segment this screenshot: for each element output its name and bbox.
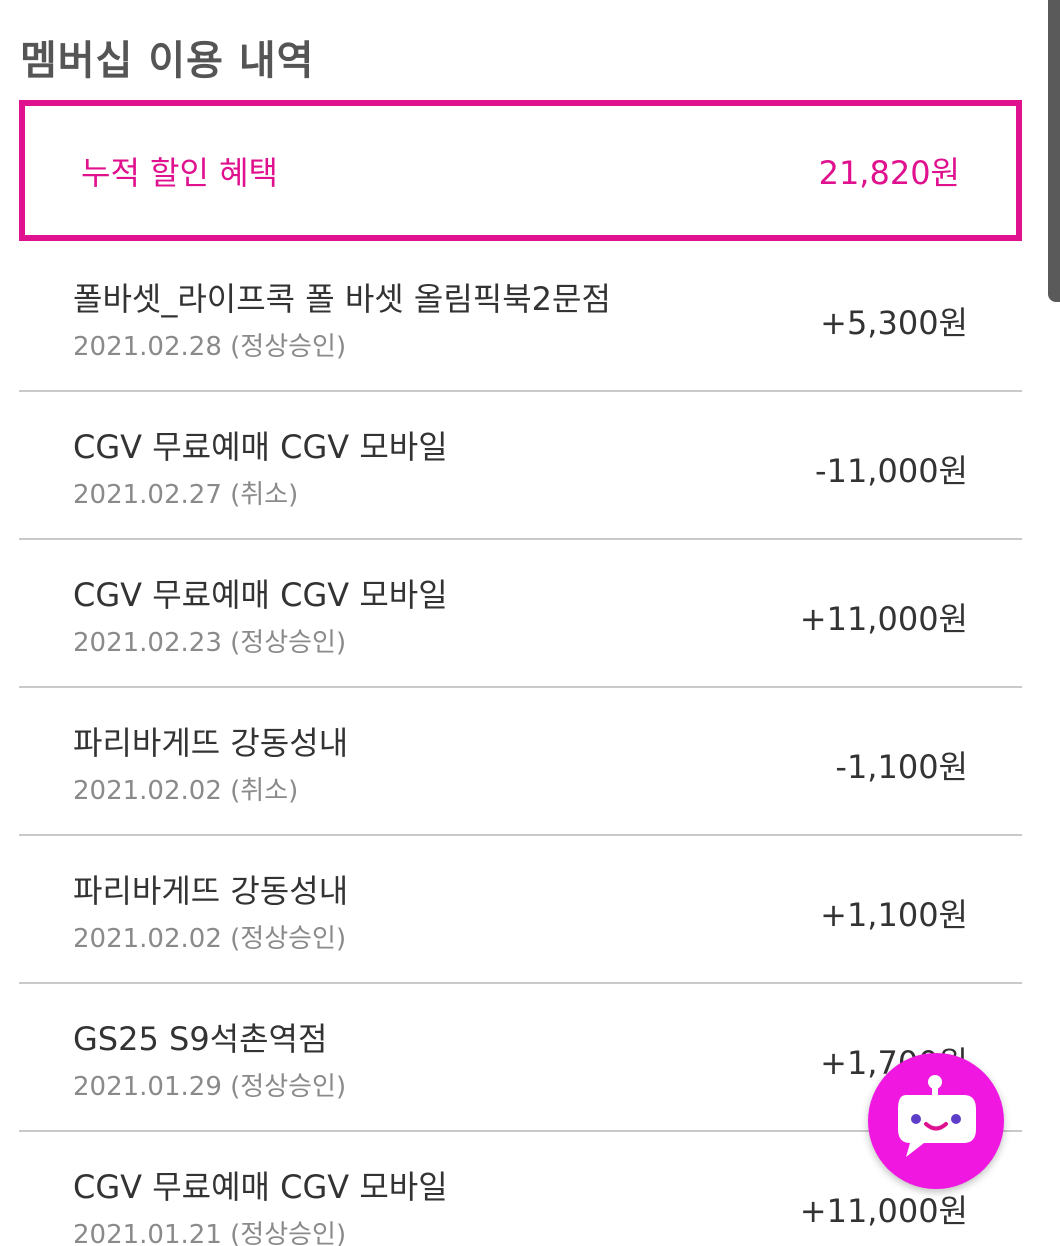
transaction-amount: +1,100원 — [820, 896, 968, 934]
page-title: 멤버십 이용 내역 — [20, 38, 315, 84]
cumulative-discount-label: 누적 할인 혜택 — [81, 153, 278, 192]
transaction-date: 2021.02.02 — [73, 776, 222, 806]
transaction-merchant: 폴바셋_라이프콕 폴 바셋 올림픽북2문점 — [73, 280, 611, 318]
transaction-merchant: CGV 무료예매 CGV 모바일 — [73, 576, 448, 614]
transaction-status: (정상승인) — [230, 1072, 347, 1102]
transaction-row[interactable]: CGV 무료예매 CGV 모바일 2021.02.27 (취소) -11,000… — [19, 392, 1022, 540]
transaction-status: (취소) — [230, 480, 299, 510]
transaction-meta: 2021.02.23 (정상승인) — [73, 622, 346, 659]
cumulative-discount-value: 21,820원 — [818, 153, 960, 192]
transaction-status: (정상승인) — [230, 628, 347, 658]
cumulative-discount-box: 누적 할인 혜택 21,820원 — [19, 100, 1022, 241]
transaction-meta: 2021.01.29 (정상승인) — [73, 1066, 346, 1103]
transaction-date: 2021.01.29 — [73, 1072, 222, 1102]
transaction-merchant: 파리바게뜨 강동성내 — [73, 724, 349, 762]
transaction-row[interactable]: 폴바셋_라이프콕 폴 바셋 올림픽북2문점 2021.02.28 (정상승인) … — [19, 244, 1022, 392]
transaction-meta: 2021.01.21 (정상승인) — [73, 1214, 346, 1246]
transaction-date: 2021.02.23 — [73, 628, 222, 658]
transaction-amount: +11,000원 — [799, 600, 968, 638]
transaction-date: 2021.02.28 — [73, 332, 222, 362]
chatbot-button[interactable] — [868, 1053, 1004, 1189]
transaction-status: (취소) — [230, 776, 299, 806]
transaction-date: 2021.02.27 — [73, 480, 222, 510]
scrollbar[interactable] — [1048, 0, 1060, 302]
transaction-row[interactable]: 파리바게뜨 강동성내 2021.02.02 (정상승인) +1,100원 — [19, 836, 1022, 984]
transaction-meta: 2021.02.02 (정상승인) — [73, 918, 346, 955]
chatbot-robot-icon — [898, 1075, 976, 1157]
transaction-merchant: CGV 무료예매 CGV 모바일 — [73, 428, 448, 466]
transaction-amount: +5,300원 — [820, 304, 968, 342]
transaction-date: 2021.01.21 — [73, 1220, 222, 1246]
membership-history-screen: 멤버십 이용 내역 누적 할인 혜택 21,820원 폴바셋_라이프콕 폴 바셋… — [0, 0, 1060, 1246]
transaction-status: (정상승인) — [230, 1220, 347, 1246]
transaction-merchant: 파리바게뜨 강동성내 — [73, 872, 349, 910]
transaction-status: (정상승인) — [230, 332, 347, 362]
transaction-status: (정상승인) — [230, 924, 347, 954]
transaction-amount: -1,100원 — [835, 748, 968, 786]
transaction-row[interactable]: 파리바게뜨 강동성내 2021.02.02 (취소) -1,100원 — [19, 688, 1022, 836]
transaction-meta: 2021.02.28 (정상승인) — [73, 326, 346, 363]
transaction-amount: -11,000원 — [815, 452, 968, 490]
transaction-merchant: CGV 무료예매 CGV 모바일 — [73, 1168, 448, 1206]
transaction-row[interactable]: CGV 무료예매 CGV 모바일 2021.02.23 (정상승인) +11,0… — [19, 540, 1022, 688]
transaction-meta: 2021.02.02 (취소) — [73, 770, 298, 807]
transaction-merchant: GS25 S9석촌역점 — [73, 1020, 328, 1058]
transaction-date: 2021.02.02 — [73, 924, 222, 954]
transaction-meta: 2021.02.27 (취소) — [73, 474, 298, 511]
transaction-amount: +11,000원 — [799, 1192, 968, 1230]
